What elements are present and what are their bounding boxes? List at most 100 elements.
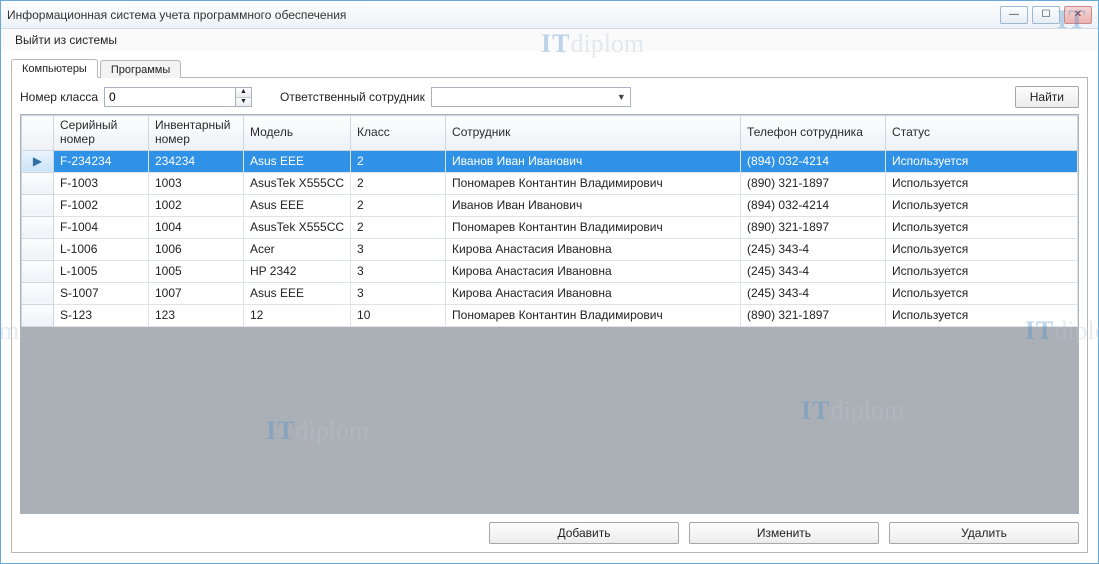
cell-employee[interactable]: Иванов Иван Иванович xyxy=(446,150,741,172)
row-indicator xyxy=(22,172,54,194)
cell-model[interactable]: Asus EEE xyxy=(244,194,351,216)
minimize-button[interactable]: — xyxy=(1000,6,1028,24)
table-row[interactable]: L-10061006Acer3Кирова Анастасия Ивановна… xyxy=(22,238,1078,260)
close-button[interactable]: ✕ xyxy=(1064,6,1092,24)
tab-programs[interactable]: Программы xyxy=(100,60,181,78)
cell-inventory[interactable]: 1003 xyxy=(149,172,244,194)
content-area: Компьютеры Программы Номер класса ▲ ▼ От… xyxy=(1,51,1098,563)
cell-status[interactable]: Используется xyxy=(886,260,1078,282)
cell-model[interactable]: AsusTek X555CC xyxy=(244,172,351,194)
col-phone[interactable]: Телефон сотрудника xyxy=(741,116,886,151)
cell-serial[interactable]: S-1007 xyxy=(54,282,149,304)
cell-serial[interactable]: L-1006 xyxy=(54,238,149,260)
cell-employee[interactable]: Кирова Анастасия Ивановна xyxy=(446,260,741,282)
cell-status[interactable]: Используется xyxy=(886,304,1078,326)
cell-inventory[interactable]: 1006 xyxy=(149,238,244,260)
cell-employee[interactable]: Кирова Анастасия Ивановна xyxy=(446,238,741,260)
table-row[interactable]: F-10041004AsusTek X555CC2Пономарев Конта… xyxy=(22,216,1078,238)
class-number-input[interactable] xyxy=(105,88,235,106)
cell-phone[interactable]: (890) 321-1897 xyxy=(741,304,886,326)
cell-serial[interactable]: F-234234 xyxy=(54,150,149,172)
col-serial[interactable]: Серийный номер xyxy=(54,116,149,151)
cell-employee[interactable]: Кирова Анастасия Ивановна xyxy=(446,282,741,304)
add-button[interactable]: Добавить xyxy=(489,522,679,544)
cell-class[interactable]: 3 xyxy=(351,282,446,304)
class-step-up[interactable]: ▲ xyxy=(236,88,251,98)
cell-model[interactable]: AsusTek X555CC xyxy=(244,216,351,238)
cell-serial[interactable]: F-1003 xyxy=(54,172,149,194)
chevron-down-icon: ▼ xyxy=(617,92,626,102)
cell-phone[interactable]: (894) 032-4214 xyxy=(741,150,886,172)
cell-status[interactable]: Используется xyxy=(886,172,1078,194)
cell-inventory[interactable]: 234234 xyxy=(149,150,244,172)
col-inventory[interactable]: Инвентарный номер xyxy=(149,116,244,151)
cell-inventory[interactable]: 1002 xyxy=(149,194,244,216)
cell-phone[interactable]: (245) 343-4 xyxy=(741,282,886,304)
cell-class[interactable]: 3 xyxy=(351,238,446,260)
cell-inventory[interactable]: 123 xyxy=(149,304,244,326)
grid-empty-area xyxy=(21,327,1078,513)
table-row[interactable]: F-10031003AsusTek X555CC2Пономарев Конта… xyxy=(22,172,1078,194)
maximize-button[interactable]: ☐ xyxy=(1032,6,1060,24)
header-row: Серийный номер Инвентарный номер Модель … xyxy=(22,116,1078,151)
cell-class[interactable]: 2 xyxy=(351,216,446,238)
cell-model[interactable]: Acer xyxy=(244,238,351,260)
table-row[interactable]: L-10051005HP 23423Кирова Анастасия Ивано… xyxy=(22,260,1078,282)
tabs: Компьютеры Программы xyxy=(11,55,1088,77)
cell-status[interactable]: Используется xyxy=(886,150,1078,172)
cell-class[interactable]: 2 xyxy=(351,194,446,216)
delete-button[interactable]: Удалить xyxy=(889,522,1079,544)
cell-status[interactable]: Используется xyxy=(886,282,1078,304)
cell-employee[interactable]: Пономарев Контантин Владимирович xyxy=(446,172,741,194)
data-grid[interactable]: Серийный номер Инвентарный номер Модель … xyxy=(20,114,1079,514)
class-label: Номер класса xyxy=(20,90,98,104)
cell-phone[interactable]: (890) 321-1897 xyxy=(741,216,886,238)
cell-phone[interactable]: (245) 343-4 xyxy=(741,260,886,282)
cell-serial[interactable]: L-1005 xyxy=(54,260,149,282)
tab-computers[interactable]: Компьютеры xyxy=(11,59,98,78)
cell-model[interactable]: HP 2342 xyxy=(244,260,351,282)
table-row[interactable]: S-1231231210Пономарев Контантин Владимир… xyxy=(22,304,1078,326)
cell-serial[interactable]: F-1002 xyxy=(54,194,149,216)
cell-phone[interactable]: (245) 343-4 xyxy=(741,238,886,260)
cell-employee[interactable]: Пономарев Контантин Владимирович xyxy=(446,304,741,326)
row-indicator xyxy=(22,194,54,216)
employee-label: Ответственный сотрудник xyxy=(280,90,425,104)
employee-combobox[interactable]: ▼ xyxy=(431,87,631,107)
cell-status[interactable]: Используется xyxy=(886,238,1078,260)
menu-logout[interactable]: Выйти из системы xyxy=(9,31,123,49)
col-status[interactable]: Статус xyxy=(886,116,1078,151)
col-class[interactable]: Класс xyxy=(351,116,446,151)
row-indicator xyxy=(22,304,54,326)
cell-serial[interactable]: F-1004 xyxy=(54,216,149,238)
edit-button[interactable]: Изменить xyxy=(689,522,879,544)
cell-class[interactable]: 3 xyxy=(351,260,446,282)
cell-model[interactable]: Asus EEE xyxy=(244,150,351,172)
table-row[interactable]: S-10071007Asus EEE3Кирова Анастасия Иван… xyxy=(22,282,1078,304)
cell-phone[interactable]: (894) 032-4214 xyxy=(741,194,886,216)
cell-employee[interactable]: Иванов Иван Иванович xyxy=(446,194,741,216)
col-model[interactable]: Модель xyxy=(244,116,351,151)
cell-class[interactable]: 2 xyxy=(351,150,446,172)
table-row[interactable]: ▶F-234234234234Asus EEE2Иванов Иван Иван… xyxy=(22,150,1078,172)
titlebar: Информационная система учета программног… xyxy=(1,1,1098,29)
class-number-stepper[interactable]: ▲ ▼ xyxy=(104,87,252,107)
cell-inventory[interactable]: 1007 xyxy=(149,282,244,304)
col-employee[interactable]: Сотрудник xyxy=(446,116,741,151)
cell-phone[interactable]: (890) 321-1897 xyxy=(741,172,886,194)
cell-class[interactable]: 10 xyxy=(351,304,446,326)
menubar: Выйти из системы xyxy=(1,29,1098,51)
cell-employee[interactable]: Пономарев Контантин Владимирович xyxy=(446,216,741,238)
cell-model[interactable]: Asus EEE xyxy=(244,282,351,304)
cell-model[interactable]: 12 xyxy=(244,304,351,326)
cell-serial[interactable]: S-123 xyxy=(54,304,149,326)
cell-inventory[interactable]: 1004 xyxy=(149,216,244,238)
cell-class[interactable]: 2 xyxy=(351,172,446,194)
cell-inventory[interactable]: 1005 xyxy=(149,260,244,282)
class-step-down[interactable]: ▼ xyxy=(236,98,251,107)
find-button[interactable]: Найти xyxy=(1015,86,1079,108)
row-header-corner xyxy=(22,116,54,151)
cell-status[interactable]: Используется xyxy=(886,194,1078,216)
cell-status[interactable]: Используется xyxy=(886,216,1078,238)
table-row[interactable]: F-10021002Asus EEE2Иванов Иван Иванович(… xyxy=(22,194,1078,216)
